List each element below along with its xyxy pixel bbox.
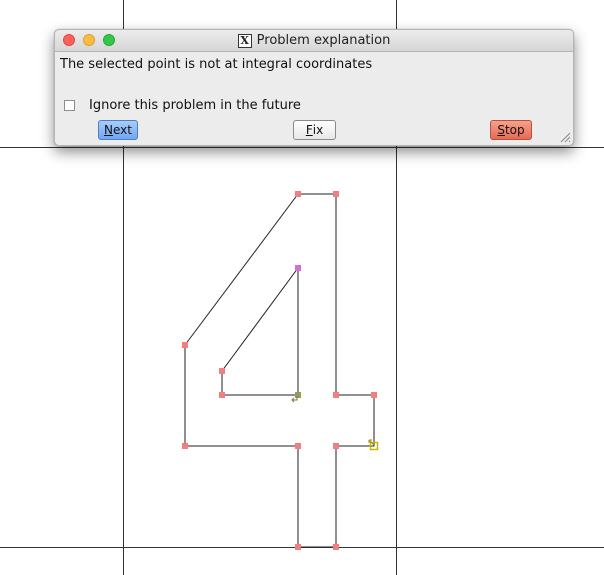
glyph-inner-contour[interactable] [221, 266, 299, 396]
problem-message: The selected point is not at integral co… [60, 57, 373, 72]
ignore-problem-label: Ignore this problem in the future [89, 98, 301, 113]
point[interactable] [219, 368, 225, 374]
glyph-points[interactable] [182, 191, 377, 550]
stop-button-label: top [504, 123, 525, 137]
next-button-label: ext [113, 123, 132, 137]
point[interactable] [295, 191, 301, 197]
point[interactable] [333, 544, 339, 550]
minimize-window-icon[interactable] [83, 34, 95, 46]
ignore-problem-checkbox[interactable] [64, 100, 75, 111]
x-window-icon: X [237, 33, 252, 48]
point[interactable] [333, 443, 339, 449]
fix-button[interactable]: Fix [293, 120, 336, 140]
point[interactable] [333, 392, 339, 398]
glyph-outer-contour[interactable] [184, 193, 375, 548]
inner-start-point[interactable] [295, 265, 301, 271]
point[interactable] [371, 392, 377, 398]
fix-button-mnemonic: F [305, 123, 313, 137]
title-wrap: X Problem explanation [237, 33, 391, 48]
point[interactable] [295, 544, 301, 550]
problem-explanation-dialog: X Problem explanation The selected point… [54, 29, 574, 146]
point[interactable] [333, 191, 339, 197]
stop-button[interactable]: Stop [490, 120, 532, 140]
point[interactable] [182, 342, 188, 348]
window-controls [63, 34, 115, 46]
close-window-icon[interactable] [63, 34, 75, 46]
stop-button-mnemonic: S [497, 123, 505, 137]
maximize-window-icon[interactable] [103, 34, 115, 46]
dialog-titlebar[interactable]: X Problem explanation [55, 30, 573, 52]
resize-grip-icon[interactable] [559, 131, 571, 143]
inner-corner-point[interactable] [295, 392, 301, 398]
point[interactable] [295, 443, 301, 449]
dialog-title: Problem explanation [256, 33, 391, 48]
point[interactable] [219, 392, 225, 398]
next-button-mnemonic: N [104, 123, 113, 137]
ignore-problem-row[interactable]: Ignore this problem in the future [64, 98, 301, 113]
next-button[interactable]: Next [98, 120, 138, 140]
fix-button-label: ix [312, 123, 324, 137]
point[interactable] [182, 443, 188, 449]
